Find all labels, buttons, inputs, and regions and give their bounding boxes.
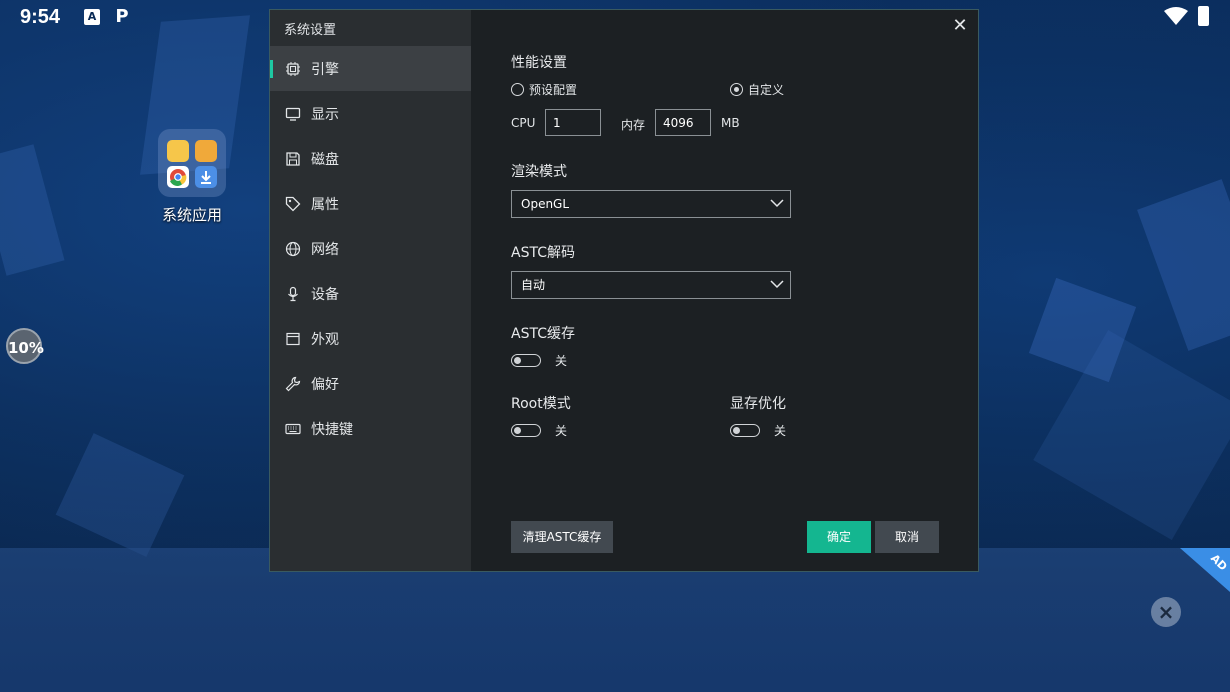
memory-unit: MB [721, 116, 740, 130]
system-apps-label: 系统应用 [161, 206, 222, 224]
folder-mini-icon [195, 140, 217, 162]
chrome-mini-icon [167, 166, 189, 188]
nav-item-engine[interactable]: 引擎 [270, 46, 471, 91]
wrench-icon [285, 376, 301, 392]
root-mode-row: 关 [511, 422, 567, 439]
nav-label: 显示 [311, 106, 339, 123]
wallpaper-shape [55, 433, 185, 557]
battery-icon [1198, 6, 1209, 26]
memory-input[interactable] [655, 109, 711, 136]
microphone-icon [285, 286, 301, 302]
vram-opt-toggle[interactable] [730, 424, 760, 437]
wallpaper-shape [0, 144, 65, 276]
nav-item-display[interactable]: 显示 [270, 91, 471, 136]
root-mode-title: Root模式 [511, 396, 571, 412]
chip-icon [285, 61, 301, 77]
wallpaper-shape [1137, 179, 1230, 351]
astc-decode-select[interactable]: 自动 [511, 271, 791, 299]
nav-label: 快捷键 [311, 421, 353, 438]
root-mode-toggle[interactable] [511, 424, 541, 437]
nav-item-disk[interactable]: 磁盘 [270, 136, 471, 181]
ad-close-icon[interactable]: × [1151, 597, 1181, 627]
chevron-down-icon [770, 199, 784, 208]
astc-decode-value: 自动 [521, 278, 546, 292]
settings-sidebar: 系统设置 引擎 显示 磁盘 属性 网络 设备 外观 偏好 快捷键 [270, 10, 471, 571]
progress-badge[interactable]: 10% [6, 328, 44, 364]
astc-decode-title: ASTC解码 [511, 245, 575, 261]
astc-cache-title: ASTC缓存 [511, 326, 575, 342]
settings-content: 性能设置 预设配置 自定义 CPU 内存 MB 渲染模式 OpenGL ASTC… [511, 10, 971, 571]
radio-custom[interactable]: 自定义 [730, 81, 784, 98]
settings-nav: 引擎 显示 磁盘 属性 网络 设备 外观 偏好 快捷键 [270, 46, 471, 451]
settings-dialog: 系统设置 引擎 显示 磁盘 属性 网络 设备 外观 偏好 快捷键 ✕ 性能设置 … [269, 9, 979, 572]
radio-circle [511, 83, 524, 96]
cancel-button[interactable]: 取消 [875, 521, 939, 553]
nav-label: 外观 [311, 331, 339, 348]
astc-cache-state: 关 [555, 354, 568, 368]
nav-item-properties[interactable]: 属性 [270, 181, 471, 226]
status-clock: 9:54 [20, 6, 61, 28]
radio-custom-label: 自定义 [748, 83, 785, 97]
app-mini-icon [167, 140, 189, 162]
download-mini-icon [195, 166, 217, 188]
nav-item-shortcuts[interactable]: 快捷键 [270, 406, 471, 451]
chevron-down-icon [770, 280, 784, 289]
p-notification-icon: P [115, 6, 129, 27]
clear-astc-cache-button[interactable]: 清理ASTC缓存 [511, 521, 613, 553]
system-apps-folder[interactable] [158, 129, 226, 197]
tag-icon [285, 196, 301, 212]
radio-circle [730, 83, 743, 96]
nav-label: 设备 [311, 286, 339, 303]
nav-label: 引擎 [311, 61, 339, 78]
wifi-icon [1164, 7, 1188, 25]
cpu-input[interactable] [545, 109, 601, 136]
radio-preset-label: 预设配置 [529, 83, 578, 97]
render-mode-title: 渲染模式 [511, 164, 567, 180]
globe-icon [285, 241, 301, 257]
astc-cache-toggle[interactable] [511, 354, 541, 367]
memory-label: 内存 [621, 118, 646, 132]
a-notification-icon: A [84, 9, 100, 25]
dialog-title: 系统设置 [284, 23, 337, 38]
render-mode-select[interactable]: OpenGL [511, 190, 791, 218]
monitor-icon [285, 106, 301, 122]
nav-item-device[interactable]: 设备 [270, 271, 471, 316]
vram-opt-state: 关 [774, 424, 787, 438]
nav-item-network[interactable]: 网络 [270, 226, 471, 271]
ok-button[interactable]: 确定 [807, 521, 871, 553]
ad-tag-text: AD [1208, 551, 1230, 574]
render-mode-value: OpenGL [521, 197, 570, 211]
disk-icon [285, 151, 301, 167]
nav-label: 网络 [311, 241, 339, 258]
nav-item-appearance[interactable]: 外观 [270, 316, 471, 361]
vram-opt-row: 关 [730, 422, 786, 439]
nav-label: 偏好 [311, 376, 339, 393]
window-icon [285, 331, 301, 347]
nav-label: 磁盘 [311, 151, 339, 168]
nav-label: 属性 [311, 196, 339, 213]
nav-item-preferences[interactable]: 偏好 [270, 361, 471, 406]
radio-preset[interactable]: 预设配置 [511, 81, 577, 98]
cpu-label: CPU [511, 116, 536, 130]
root-mode-state: 关 [555, 424, 568, 438]
astc-cache-row: 关 [511, 352, 567, 369]
vram-opt-title: 显存优化 [730, 396, 786, 412]
keyboard-icon [285, 421, 301, 437]
performance-title: 性能设置 [511, 55, 567, 71]
